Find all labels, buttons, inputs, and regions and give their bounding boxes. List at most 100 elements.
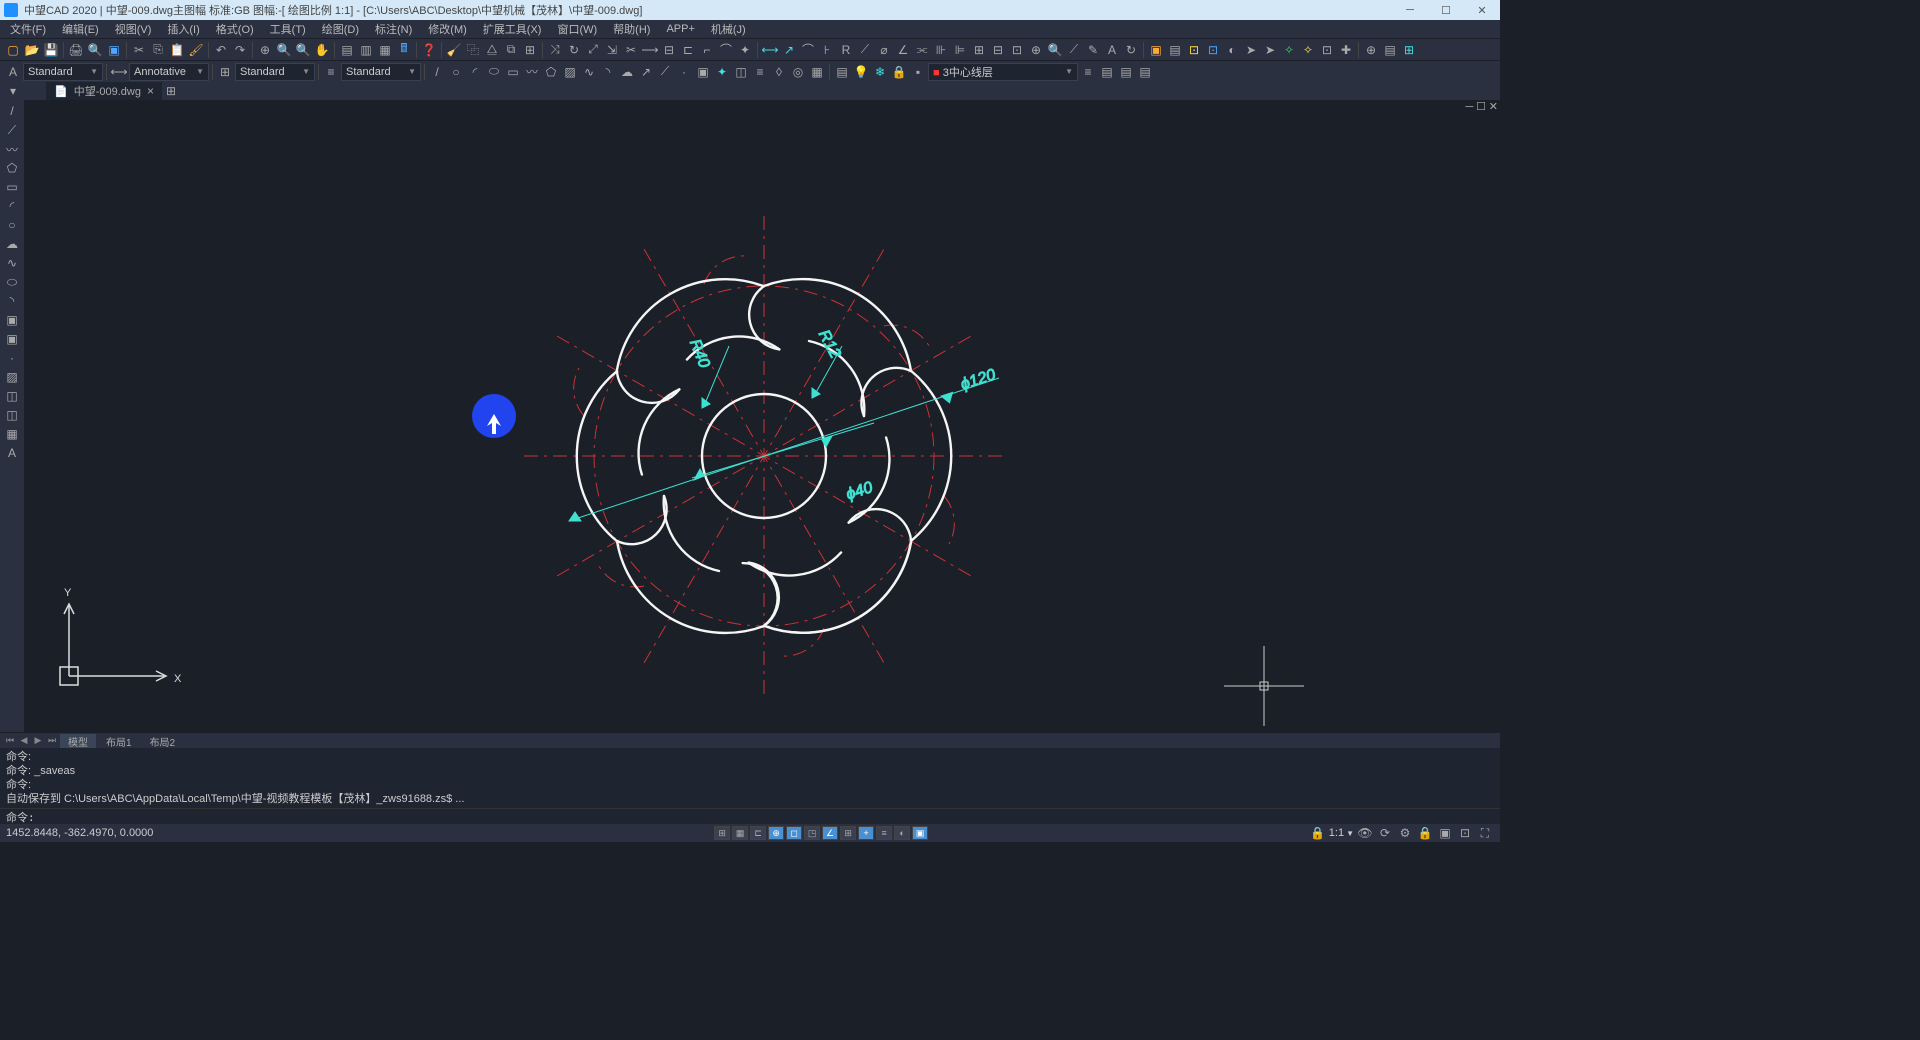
revcloud-icon[interactable]: ☁ <box>2 235 22 253</box>
dim-break-icon[interactable]: ⊟ <box>989 41 1007 59</box>
publish-icon[interactable]: ▣ <box>105 41 123 59</box>
sb-ortho[interactable]: ⊏ <box>750 826 766 840</box>
sb-snap[interactable]: ⊞ <box>714 826 730 840</box>
dimstyle-icon[interactable]: ⟷ <box>110 63 128 81</box>
new-tab-icon[interactable]: ⊞ <box>162 82 180 100</box>
open-icon[interactable]: 📂 <box>23 41 41 59</box>
d-line-icon[interactable]: / <box>428 63 446 81</box>
d-mline-icon[interactable]: ≡ <box>751 63 769 81</box>
d-multi-icon[interactable]: ✦ <box>713 63 731 81</box>
minimize-button[interactable]: ─ <box>1396 4 1424 17</box>
d-table-icon[interactable]: ▦ <box>808 63 826 81</box>
menu-help[interactable]: 帮助(H) <box>607 21 656 37</box>
d-arc-icon[interactable]: ◜ <box>466 63 484 81</box>
tablestyle-icon[interactable]: ⊞ <box>216 63 234 81</box>
layer-match-icon[interactable]: ▤ <box>1136 63 1154 81</box>
point-icon[interactable]: · <box>2 349 22 367</box>
dim-angular-icon[interactable]: ∠ <box>894 41 912 59</box>
sb-clean-icon[interactable]: ⛶ <box>1476 824 1494 842</box>
copy-icon[interactable]: ⎘ <box>149 41 167 59</box>
sb-3dosnap[interactable]: ◳ <box>804 826 820 840</box>
zoom-realtime-icon[interactable]: ⊕ <box>256 41 274 59</box>
ellipse-icon[interactable]: ⬭ <box>2 273 22 291</box>
tabs-menu-icon[interactable]: ▾ <box>4 82 22 100</box>
menu-view[interactable]: 视图(V) <box>109 21 158 37</box>
designcenter-icon[interactable]: ▥ <box>357 41 375 59</box>
tolerance-icon[interactable]: ⊡ <box>1008 41 1026 59</box>
line-icon[interactable]: / <box>2 102 22 120</box>
layer-freeze-icon[interactable]: ❄ <box>871 63 889 81</box>
cut-icon[interactable]: ✂ <box>130 41 148 59</box>
d-spline-icon[interactable]: ∿ <box>580 63 598 81</box>
table-style-combo[interactable]: Standard ▼ <box>235 63 315 81</box>
join-icon[interactable]: ⊏ <box>679 41 697 59</box>
print-icon[interactable]: 🖨 <box>67 41 85 59</box>
mdi-close[interactable]: ✕ <box>1489 101 1498 113</box>
dim-style-combo[interactable]: Annotative ▼ <box>129 63 209 81</box>
sb-iso-icon[interactable]: ⊡ <box>1456 824 1474 842</box>
trim-icon[interactable]: ✂ <box>622 41 640 59</box>
tab-layout2[interactable]: 布局2 <box>142 734 184 748</box>
explode-icon[interactable]: ✦ <box>736 41 754 59</box>
toolpalettes-icon[interactable]: ▦ <box>376 41 394 59</box>
dim-linear-icon[interactable]: ⟷ <box>761 41 779 59</box>
polygon-icon[interactable]: ⬠ <box>2 159 22 177</box>
menu-dimension[interactable]: 标注(N) <box>369 21 418 37</box>
stretch-icon[interactable]: ⇲ <box>603 41 621 59</box>
dim-tedit-icon[interactable]: A <box>1103 41 1121 59</box>
mirror-icon[interactable]: ⧋ <box>483 41 501 59</box>
hatch-icon[interactable]: ▨ <box>2 368 22 386</box>
dim-baseline-icon[interactable]: ⊪ <box>932 41 950 59</box>
inspect-icon[interactable]: 🔍 <box>1046 41 1064 59</box>
tab-layout1[interactable]: 布局1 <box>98 734 140 748</box>
menu-app[interactable]: APP+ <box>660 23 700 35</box>
dim-radius-icon[interactable]: R <box>837 41 855 59</box>
matchprop-icon[interactable]: 🖌 <box>187 41 205 59</box>
gradient-icon[interactable]: ◫ <box>2 387 22 405</box>
erase-icon[interactable]: 🧹 <box>445 41 463 59</box>
insert-block-icon[interactable]: ▣ <box>2 311 22 329</box>
mech-10-icon[interactable]: ⊡ <box>1318 41 1336 59</box>
menu-file[interactable]: 文件(F) <box>4 21 52 37</box>
tab-next-icon[interactable]: ▶ <box>32 735 44 746</box>
sb-model[interactable]: ▣ <box>912 826 928 840</box>
menu-edit[interactable]: 编辑(E) <box>56 21 105 37</box>
dropdown-arrow-icon[interactable]: ▼ <box>1346 829 1354 838</box>
properties-icon[interactable]: ▤ <box>338 41 356 59</box>
d-circle-icon[interactable]: ○ <box>447 63 465 81</box>
menu-express[interactable]: 扩展工具(X) <box>477 21 548 37</box>
mech-13-icon[interactable]: ▤ <box>1381 41 1399 59</box>
dim-space-icon[interactable]: ⊞ <box>970 41 988 59</box>
mech-7-icon[interactable]: ➤ <box>1261 41 1279 59</box>
scale-icon[interactable]: ⤢ <box>584 41 602 59</box>
rectangle-icon[interactable]: ▭ <box>2 178 22 196</box>
sb-dyn[interactable]: + <box>858 826 874 840</box>
spline-icon[interactable]: ∿ <box>2 254 22 272</box>
fillet-icon[interactable]: ⌒ <box>717 41 735 59</box>
xline-icon[interactable]: ⟋ <box>2 121 22 139</box>
mech-3-icon[interactable]: ⊡ <box>1185 41 1203 59</box>
polyline-icon[interactable]: 〰 <box>2 140 22 158</box>
mech-1-icon[interactable]: ▣ <box>1147 41 1165 59</box>
text-style-combo[interactable]: Standard ▼ <box>23 63 103 81</box>
extend-icon[interactable]: ⟶ <box>641 41 659 59</box>
d-polygon-icon[interactable]: ⬠ <box>542 63 560 81</box>
d-wipeout-icon[interactable]: ◊ <box>770 63 788 81</box>
d-revcloud-icon[interactable]: ☁ <box>618 63 636 81</box>
tab-first-icon[interactable]: ⏮ <box>4 735 16 746</box>
layer-prev-icon[interactable]: ≡ <box>1079 63 1097 81</box>
mech-11-icon[interactable]: ✚ <box>1337 41 1355 59</box>
ellipse-arc-icon[interactable]: ◝ <box>2 292 22 310</box>
preview-icon[interactable]: 🔍 <box>86 41 104 59</box>
dim-diameter-icon[interactable]: ⌀ <box>875 41 893 59</box>
sb-scale-value[interactable]: 1:1 <box>1329 827 1344 839</box>
sb-grid[interactable]: ▦ <box>732 826 748 840</box>
sb-osnap[interactable]: ◻ <box>786 826 802 840</box>
mdi-restore[interactable]: ☐ <box>1476 101 1486 113</box>
region-icon[interactable]: ◫ <box>2 406 22 424</box>
help-icon[interactable]: ❓ <box>420 41 438 59</box>
drawing-canvas[interactable]: ─ ☐ ✕ Y X <box>24 100 1500 732</box>
redo-icon[interactable]: ↷ <box>231 41 249 59</box>
mech-grid-icon[interactable]: ⊞ <box>1400 41 1418 59</box>
move-icon[interactable]: ⤨ <box>546 41 564 59</box>
